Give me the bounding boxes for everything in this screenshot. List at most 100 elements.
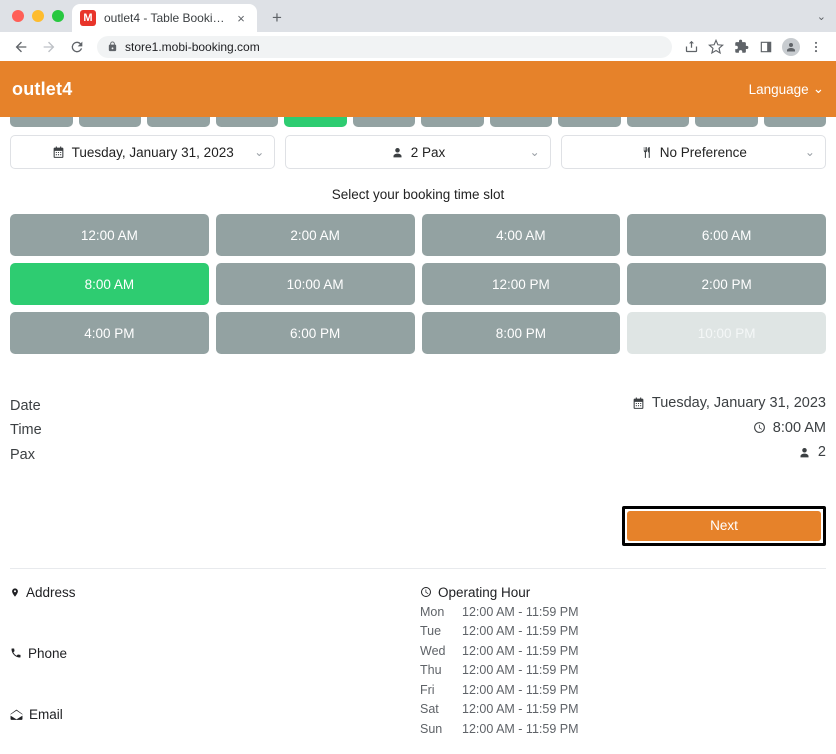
date-chip[interactable] — [10, 117, 73, 127]
operating-hour-time: 12:00 AM - 11:59 PM — [462, 702, 579, 716]
time-slot-available[interactable]: 10:00 AM — [215, 263, 415, 305]
address-bar-url: store1.mobi-booking.com — [125, 39, 260, 54]
operating-hour-time: 12:00 AM - 11:59 PM — [462, 721, 579, 736]
time-slot-available[interactable]: 12:00 AM — [10, 214, 209, 256]
summary-row: Pax 2 — [10, 441, 826, 466]
next-button-row: Next — [10, 505, 826, 546]
date-chip[interactable] — [763, 117, 826, 127]
pax-select[interactable]: 2 Pax ⌄ — [285, 135, 551, 169]
reload-button[interactable] — [64, 34, 90, 60]
operating-hour-day: Fri — [420, 682, 435, 697]
date-chip[interactable] — [78, 117, 141, 127]
footer-phone-block: Phone — [10, 646, 420, 661]
date-chip[interactable] — [147, 117, 210, 127]
operating-hour-row: Sun 12:00 AM - 11:59 PM — [420, 720, 826, 740]
browser-window: M outlet4 - Table Booking × + ⌄ store1.m… — [0, 0, 836, 754]
calendar-icon — [632, 397, 645, 410]
pax-select-value: 2 Pax — [410, 144, 446, 160]
site-header: outlet4 Language ⌄ — [0, 61, 836, 117]
minimize-window-button[interactable] — [32, 10, 44, 22]
time-slot-selected[interactable]: 8:00 AM — [10, 263, 209, 305]
date-chip[interactable] — [215, 117, 278, 127]
operating-hour-row: Thu 12:00 AM - 11:59 PM — [420, 661, 826, 681]
bookmark-star-icon[interactable] — [704, 35, 728, 59]
phone-label: Phone — [28, 645, 68, 661]
tab-close-icon[interactable]: × — [233, 10, 249, 26]
operating-hour-row: Fri 12:00 AM - 11:59 PM — [420, 681, 826, 701]
tab-search-chevron-down-icon[interactable]: ⌄ — [817, 10, 826, 23]
date-chip[interactable] — [695, 117, 758, 127]
time-slot-disabled: 10:00 PM — [627, 312, 826, 354]
clock-icon — [420, 586, 432, 598]
side-panel-icon[interactable] — [754, 35, 778, 59]
extensions-puzzle-icon[interactable] — [729, 35, 753, 59]
operating-hour-day: Tue — [420, 624, 442, 638]
footer-hours-column: Operating Hour Mon 12:00 AM - 11:59 PM Tue… — [420, 585, 826, 740]
operating-hour-rows: Mon 12:00 AM - 11:59 PM Tue 12:00 AM - 11:5… — [420, 603, 826, 740]
operating-hour-time: 12:00 AM - 11:59 PM — [462, 604, 579, 619]
email-label: Email — [29, 706, 63, 722]
date-strip[interactable] — [0, 117, 836, 127]
next-button[interactable]: Next — [627, 510, 821, 541]
operating-hour-title: Operating Hour — [438, 584, 531, 600]
date-select[interactable]: Tuesday, January 31, 2023 ⌄ — [10, 135, 276, 169]
summary-label: Time — [10, 422, 42, 438]
new-tab-button[interactable]: + — [263, 4, 291, 32]
summary-value-text: Tuesday, January 31, 2023 — [651, 395, 826, 411]
address-heading: Address — [10, 585, 420, 600]
site-brand: outlet4 — [12, 78, 73, 99]
date-chip[interactable] — [626, 117, 689, 127]
time-slot-available[interactable]: 2:00 PM — [627, 263, 826, 305]
time-slot-available[interactable]: 6:00 PM — [215, 312, 415, 354]
booking-summary: Date Tuesday, January 31, 2023 Time 8:00 AM… — [10, 392, 826, 466]
chrome-menu-icon[interactable] — [804, 35, 828, 59]
forward-button[interactable] — [36, 34, 62, 60]
close-window-button[interactable] — [12, 10, 24, 22]
time-slot-available[interactable]: 6:00 AM — [627, 214, 826, 256]
date-chip[interactable] — [352, 117, 415, 127]
tab-favicon-icon: M — [80, 10, 96, 26]
booking-selectors-row: Tuesday, January 31, 2023 ⌄ 2 Pax ⌄ No Prefe… — [10, 135, 826, 169]
time-slot-available[interactable]: 2:00 AM — [215, 214, 415, 256]
phone-icon — [10, 647, 22, 659]
summary-label: Pax — [10, 446, 35, 463]
summary-row: Time 8:00 AM — [10, 417, 826, 442]
time-slot-available[interactable]: 4:00 AM — [421, 214, 621, 256]
time-slot-available[interactable]: 4:00 PM — [10, 312, 209, 354]
phone-heading: Phone — [10, 646, 420, 661]
date-chip-selected[interactable] — [284, 117, 347, 127]
envelope-icon — [10, 709, 23, 720]
date-select-value: Tuesday, January 31, 2023 — [71, 144, 234, 160]
chevron-down-icon: ⌄ — [812, 81, 824, 96]
date-strip-clipped — [0, 117, 836, 127]
date-chip[interactable] — [489, 117, 552, 127]
share-icon[interactable] — [679, 35, 703, 59]
next-button-focus-ring: Next — [622, 505, 826, 546]
map-pin-icon — [10, 586, 20, 599]
language-label: Language — [748, 81, 809, 97]
language-selector[interactable]: Language ⌄ — [749, 81, 824, 97]
address-label: Address — [26, 584, 76, 600]
operating-hour-row: Sat 12:00 AM - 11:59 PM — [420, 700, 826, 720]
operating-hour-time: 12:00 AM - 11:59 PM — [462, 624, 579, 638]
site-lock-icon — [107, 41, 118, 52]
person-icon — [391, 146, 404, 159]
time-slot-available[interactable]: 12:00 PM — [421, 263, 621, 305]
time-slot-available[interactable]: 8:00 PM — [421, 312, 621, 354]
operating-hour-day: Wed — [420, 643, 446, 658]
operating-hour-day: Mon — [420, 604, 445, 619]
summary-row: Date Tuesday, January 31, 2023 — [10, 392, 826, 417]
date-chip[interactable] — [558, 117, 621, 127]
browser-tab[interactable]: M outlet4 - Table Booking × — [72, 4, 257, 32]
profile-avatar-icon[interactable] — [779, 35, 803, 59]
maximize-window-button[interactable] — [52, 10, 64, 22]
slot-heading: Select your booking time slot — [331, 187, 505, 202]
cutlery-icon — [640, 146, 653, 159]
preference-select[interactable]: No Preference ⌄ — [560, 135, 826, 169]
address-bar[interactable]: store1.mobi-booking.com — [97, 35, 672, 58]
date-chip[interactable] — [421, 117, 484, 127]
email-heading: Email — [10, 707, 420, 722]
operating-hour-time: 12:00 AM - 11:59 PM — [462, 663, 579, 677]
site-footer: Address Phone Email Operating Hour Mon 1… — [10, 569, 826, 740]
back-button[interactable] — [8, 34, 34, 60]
